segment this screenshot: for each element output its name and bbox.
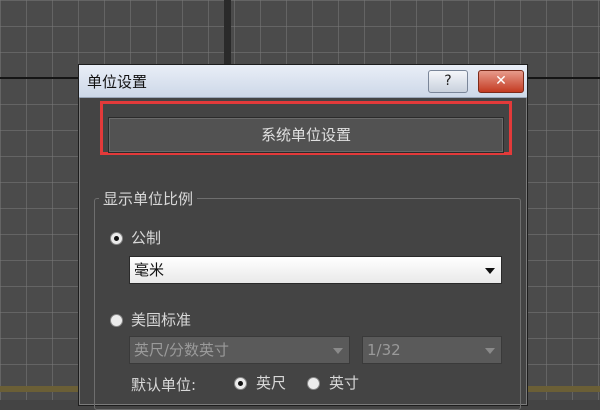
display-unit-scale-title: 显示单位比例 bbox=[99, 188, 198, 209]
metric-unit-value: 毫米 bbox=[134, 261, 165, 279]
fraction-dropdown[interactable]: 1/32 bbox=[362, 336, 502, 364]
fraction-value: 1/32 bbox=[367, 341, 401, 359]
dialog-titlebar[interactable]: 单位设置 ? ✕ bbox=[79, 65, 527, 98]
system-unit-setup-button[interactable]: 系统单位设置 bbox=[108, 117, 504, 153]
inches-label: 英寸 bbox=[329, 374, 360, 392]
close-button[interactable]: ✕ bbox=[478, 70, 524, 93]
default-unit-label: 默认单位: bbox=[131, 376, 197, 394]
us-unit-value: 英尺/分数英寸 bbox=[134, 341, 230, 359]
chevron-down-icon bbox=[485, 348, 495, 354]
help-button[interactable]: ? bbox=[428, 70, 468, 93]
feet-label: 英尺 bbox=[256, 374, 287, 392]
feet-radio[interactable] bbox=[234, 377, 247, 390]
chevron-down-icon bbox=[333, 348, 343, 354]
metric-radio[interactable] bbox=[110, 232, 123, 245]
metric-label: 公制 bbox=[131, 229, 162, 247]
us-standard-radio[interactable] bbox=[110, 314, 123, 327]
metric-unit-dropdown[interactable]: 毫米 bbox=[129, 256, 502, 284]
us-standard-label: 美国标准 bbox=[131, 311, 192, 329]
dialog-title: 单位设置 bbox=[87, 73, 148, 91]
inches-radio[interactable] bbox=[307, 377, 320, 390]
us-unit-dropdown[interactable]: 英尺/分数英寸 bbox=[129, 336, 350, 364]
chevron-down-icon bbox=[485, 268, 495, 274]
